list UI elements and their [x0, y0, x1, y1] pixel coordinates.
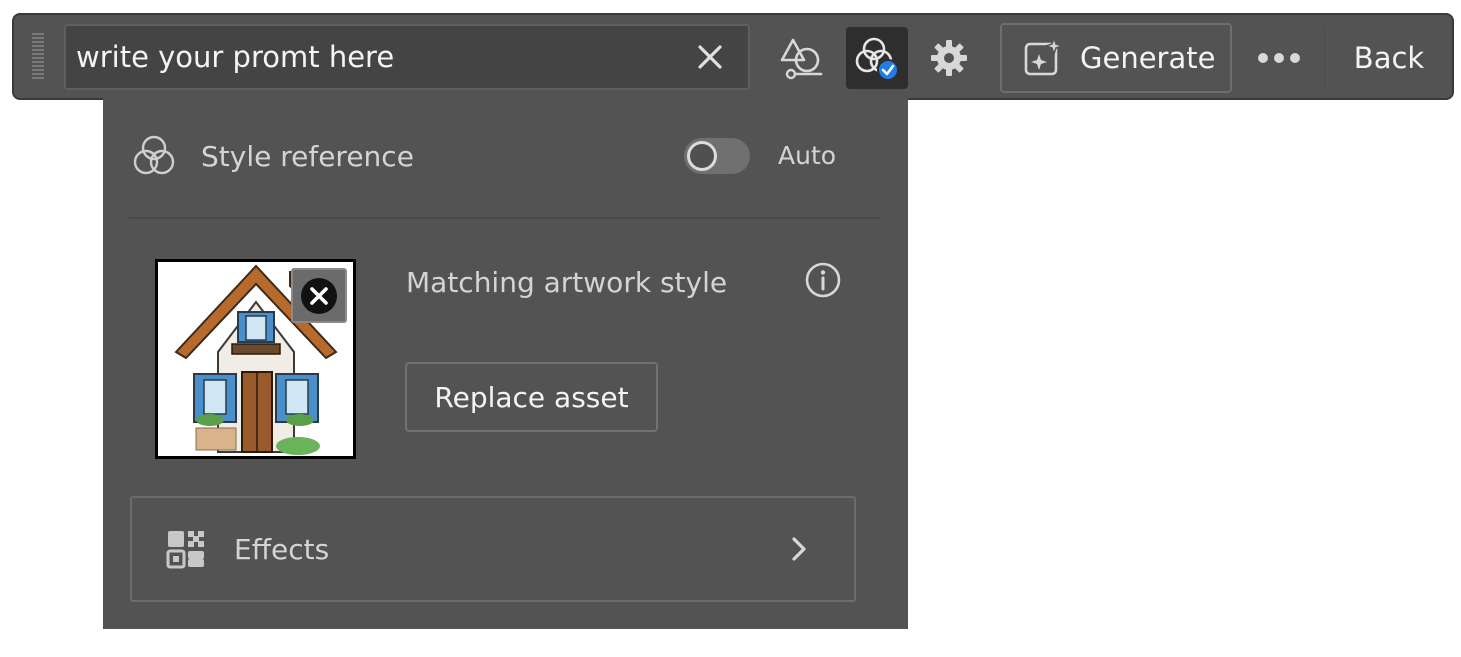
info-button[interactable] — [803, 260, 843, 300]
generate-button[interactable]: Generate — [1000, 23, 1232, 93]
style-reference-header: Style reference — [131, 130, 861, 182]
toolbar-divider — [1324, 27, 1325, 89]
style-reference-icon — [133, 135, 175, 175]
toggle-knob — [687, 141, 717, 171]
more-horizontal-icon — [1258, 53, 1300, 63]
auto-toggle[interactable] — [684, 138, 750, 174]
back-button[interactable]: Back — [1334, 27, 1444, 89]
generate-sparkle-icon — [1024, 36, 1065, 76]
prompt-field[interactable]: write your promt here — [64, 24, 750, 90]
replace-asset-button[interactable]: Replace asset — [405, 362, 658, 432]
close-circle-icon — [301, 277, 337, 314]
remove-reference-button[interactable] — [291, 268, 347, 323]
auto-label: Auto — [778, 141, 837, 170]
effects-button[interactable]: Effects — [130, 496, 856, 602]
effects-icon — [166, 531, 204, 569]
generate-toolbar: write your promt here Generate Back — [12, 13, 1454, 100]
generate-label: Generate — [1080, 41, 1216, 75]
clear-prompt-button[interactable] — [684, 31, 736, 83]
style-reference-icon — [855, 37, 899, 81]
prompt-input[interactable]: write your promt here — [66, 40, 684, 74]
effects-label: Effects — [234, 532, 330, 566]
info-icon — [805, 262, 841, 298]
more-options-button[interactable] — [1248, 27, 1310, 89]
settings-button[interactable] — [918, 27, 980, 89]
section-divider — [129, 217, 881, 219]
drag-handle[interactable] — [32, 33, 44, 81]
style-reference-button[interactable] — [846, 27, 908, 89]
gear-icon — [931, 40, 967, 76]
close-icon — [698, 45, 722, 69]
matching-style-label: Matching artwork style — [406, 266, 728, 299]
style-reference-label: Style reference — [201, 139, 414, 173]
style-reference-panel: Style reference Auto Matching artwork st… — [103, 90, 908, 629]
composition-reference-button[interactable] — [772, 27, 834, 89]
shape-composition-icon — [780, 38, 823, 80]
chevron-right-icon — [792, 537, 806, 561]
